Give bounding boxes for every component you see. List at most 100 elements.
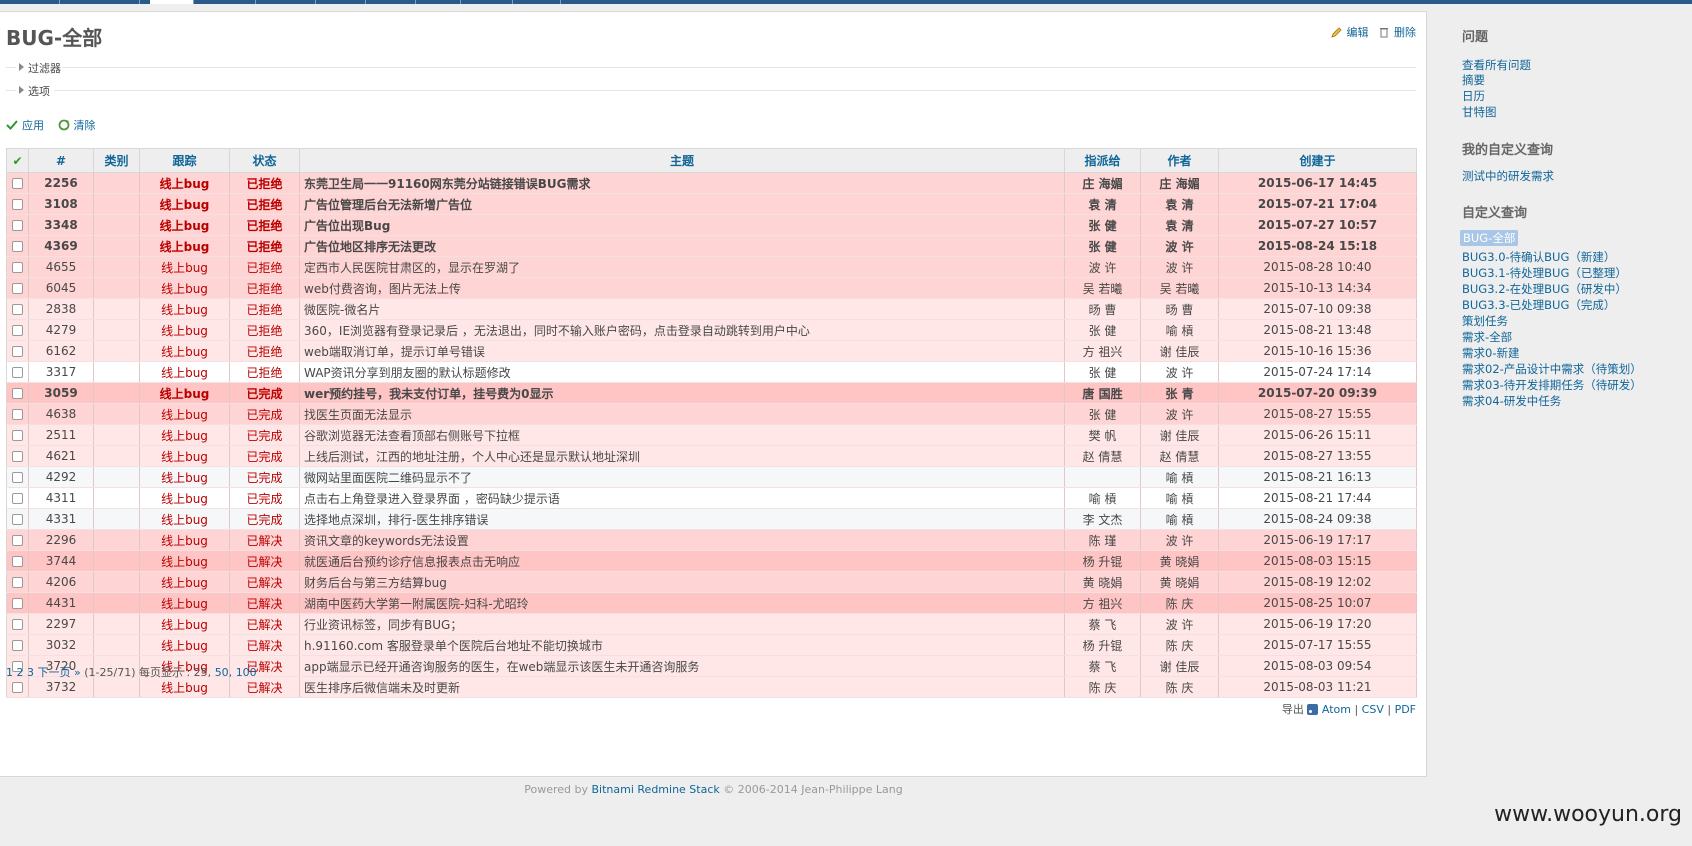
issue-id[interactable]: 6162: [28, 340, 94, 362]
issue-id[interactable]: 2838: [28, 298, 94, 320]
delete-link[interactable]: 删除: [1378, 26, 1416, 39]
issue-assignee[interactable]: 张 健: [1064, 319, 1141, 341]
checkbox[interactable]: [12, 283, 23, 294]
sidebar-link-summary[interactable]: 摘要: [1462, 72, 1485, 88]
table-row[interactable]: 4206 线上bug 已解决 财务后台与第三方结算bug 黄 晓娟黄 晓娟 2015-08…: [6, 571, 1417, 593]
sidebar-link-calendar[interactable]: 日历: [1462, 88, 1485, 104]
issue-subject[interactable]: 上线后测试，江西的地址注册，个人中心还是显示默认地址深圳: [299, 445, 1065, 467]
top-tab[interactable]: [461, 0, 513, 4]
top-tab[interactable]: [256, 0, 316, 4]
clear-button[interactable]: 清除: [58, 119, 96, 132]
column-header-category[interactable]: 类别: [93, 148, 140, 173]
sidebar-query[interactable]: 策划任务: [1462, 313, 1508, 329]
top-tab[interactable]: [416, 0, 461, 4]
issue-author[interactable]: 黄 晓娟: [1140, 550, 1219, 572]
issue-id[interactable]: 6045: [28, 277, 94, 299]
issue-subject[interactable]: 谷歌浏览器无法查看顶部右侧账号下拉框: [299, 424, 1065, 446]
edit-link[interactable]: 编辑: [1330, 26, 1373, 39]
issue-subject[interactable]: 选择地点深圳，排行-医生排序错误: [299, 508, 1065, 530]
table-row[interactable]: 4311 线上bug 已完成 点击右上角登录进入登录界面 ，密码缺少提示语喻 槓喻 槓…: [6, 487, 1417, 509]
checkbox[interactable]: [12, 472, 23, 483]
issue-id[interactable]: 4331: [28, 508, 94, 530]
next-page-link[interactable]: 下一页 »: [38, 666, 81, 679]
top-tab[interactable]: [513, 0, 561, 4]
checkbox[interactable]: [12, 367, 23, 378]
checkbox[interactable]: [12, 178, 23, 189]
issue-subject[interactable]: 医生排序后微信端未及时更新: [299, 676, 1065, 698]
issue-subject[interactable]: 湖南中医药大学第一附属医院-妇科-尤昭玲: [299, 592, 1065, 614]
issue-assignee[interactable]: 蔡 飞: [1064, 613, 1141, 635]
issue-author[interactable]: 赵 倩慧: [1140, 445, 1219, 467]
issue-subject[interactable]: web付费咨询，图片无法上传: [299, 277, 1065, 299]
issue-id[interactable]: 3744: [28, 550, 94, 572]
issue-assignee[interactable]: 蔡 飞: [1064, 655, 1141, 677]
table-row[interactable]: 4279 线上bug 已拒绝 360，IE浏览器有登录记录后 ，无法退出，同时不输入账…: [6, 319, 1417, 341]
issue-author[interactable]: 陈 庆: [1140, 634, 1219, 656]
checkbox[interactable]: [12, 640, 23, 651]
page-link-3[interactable]: 3: [27, 666, 34, 679]
issue-id[interactable]: 3032: [28, 634, 94, 656]
issue-assignee[interactable]: [1064, 466, 1141, 488]
atom-link[interactable]: Atom: [1322, 703, 1351, 716]
issue-author[interactable]: 喻 槓: [1140, 319, 1219, 341]
column-header-id[interactable]: #: [28, 148, 94, 173]
issue-id[interactable]: 3059: [28, 382, 94, 404]
issue-assignee[interactable]: 李 文杰: [1064, 508, 1141, 530]
issue-assignee[interactable]: 张 健: [1064, 361, 1141, 383]
issue-author[interactable]: 谢 佳辰: [1140, 424, 1219, 446]
issue-subject[interactable]: WAP资讯分享到朋友圈的默认标题修改: [299, 361, 1065, 383]
checkbox[interactable]: [12, 304, 23, 315]
issue-id[interactable]: 3348: [28, 214, 94, 236]
top-tab[interactable]: [316, 0, 366, 4]
table-row[interactable]: 4292 线上bug 已完成 微网站里面医院二维码显示不了 喻 槓 2015-08-21 …: [6, 466, 1417, 488]
issue-id[interactable]: 4279: [28, 319, 94, 341]
issue-subject[interactable]: 点击右上角登录进入登录界面 ，密码缺少提示语: [299, 487, 1065, 509]
issue-id[interactable]: 2256: [28, 172, 94, 194]
top-tab[interactable]: [0, 0, 60, 4]
issue-author[interactable]: 谢 佳辰: [1140, 655, 1219, 677]
issue-id[interactable]: 3317: [28, 361, 94, 383]
issue-author[interactable]: 陈 庆: [1140, 592, 1219, 614]
table-row[interactable]: 3317 线上bug 已拒绝 WAP资讯分享到朋友圈的默认标题修改张 健波 许 2015…: [6, 361, 1417, 383]
issue-subject[interactable]: 广告位出现Bug: [299, 214, 1065, 236]
table-row[interactable]: 3032 线上bug 已解决 h.91160.com 客服登录单个医院后台地址不能切换…: [6, 634, 1417, 656]
issue-subject[interactable]: h.91160.com 客服登录单个医院后台地址不能切换城市: [299, 634, 1065, 656]
sidebar-query-selected[interactable]: BUG-全部: [1460, 230, 1519, 246]
column-header-tracker[interactable]: 跟踪: [139, 148, 230, 173]
issue-id[interactable]: 4292: [28, 466, 94, 488]
options-toggle[interactable]: 选项: [6, 83, 1416, 98]
issue-subject[interactable]: 东莞卫生局一一91160网东莞分站链接错误BUG需求: [299, 172, 1065, 194]
issue-assignee[interactable]: 张 健: [1064, 214, 1141, 236]
issue-author[interactable]: 谢 佳辰: [1140, 340, 1219, 362]
issue-author[interactable]: 喻 槓: [1140, 466, 1219, 488]
checkbox[interactable]: [12, 262, 23, 273]
sidebar-query[interactable]: 需求03-待开发排期任务（待研发）: [1462, 377, 1642, 393]
table-row[interactable]: 6045 线上bug 已拒绝 web付费咨询，图片无法上传吴 若曦吴 若曦 2015-1…: [6, 277, 1417, 299]
sidebar-query[interactable]: 需求04-研发中任务: [1462, 393, 1561, 409]
issue-assignee[interactable]: 波 许: [1064, 256, 1141, 278]
checkbox[interactable]: [12, 220, 23, 231]
table-row[interactable]: 2296 线上bug 已解决 资讯文章的keywords无法设置陈 瑾波 许 2015-…: [6, 529, 1417, 551]
issue-author[interactable]: 波 许: [1140, 403, 1219, 425]
issue-subject[interactable]: 定西市人民医院甘肃区的，显示在罗湖了: [299, 256, 1065, 278]
issue-assignee[interactable]: 樊 帆: [1064, 424, 1141, 446]
issue-author[interactable]: 吴 若曦: [1140, 277, 1219, 299]
checkbox[interactable]: [12, 577, 23, 588]
issue-id[interactable]: 4638: [28, 403, 94, 425]
issue-assignee[interactable]: 喻 槓: [1064, 487, 1141, 509]
checkbox[interactable]: [12, 682, 23, 693]
csv-link[interactable]: CSV: [1362, 703, 1384, 716]
issue-id[interactable]: 4369: [28, 235, 94, 257]
issue-author[interactable]: 袁 清: [1140, 214, 1219, 236]
table-row[interactable]: 4331 线上bug 已完成 选择地点深圳，排行-医生排序错误李 文杰喻 槓 2015-…: [6, 508, 1417, 530]
issue-assignee[interactable]: 方 祖兴: [1064, 340, 1141, 362]
issue-author[interactable]: 旸 曹: [1140, 298, 1219, 320]
top-tab[interactable]: [60, 0, 140, 4]
issue-subject[interactable]: wer预约挂号，我未支付订单，挂号费为0显示: [299, 382, 1065, 404]
issue-assignee[interactable]: 张 健: [1064, 403, 1141, 425]
table-row[interactable]: 2256 线上bug 已拒绝 东莞卫生局一一91160网东莞分站链接错误BUG需求庄 …: [6, 172, 1417, 194]
column-header-assignee[interactable]: 指派给: [1064, 148, 1141, 173]
issue-author[interactable]: 喻 槓: [1140, 508, 1219, 530]
column-header-subject[interactable]: 主题: [299, 148, 1065, 173]
issue-assignee[interactable]: 袁 清: [1064, 193, 1141, 215]
